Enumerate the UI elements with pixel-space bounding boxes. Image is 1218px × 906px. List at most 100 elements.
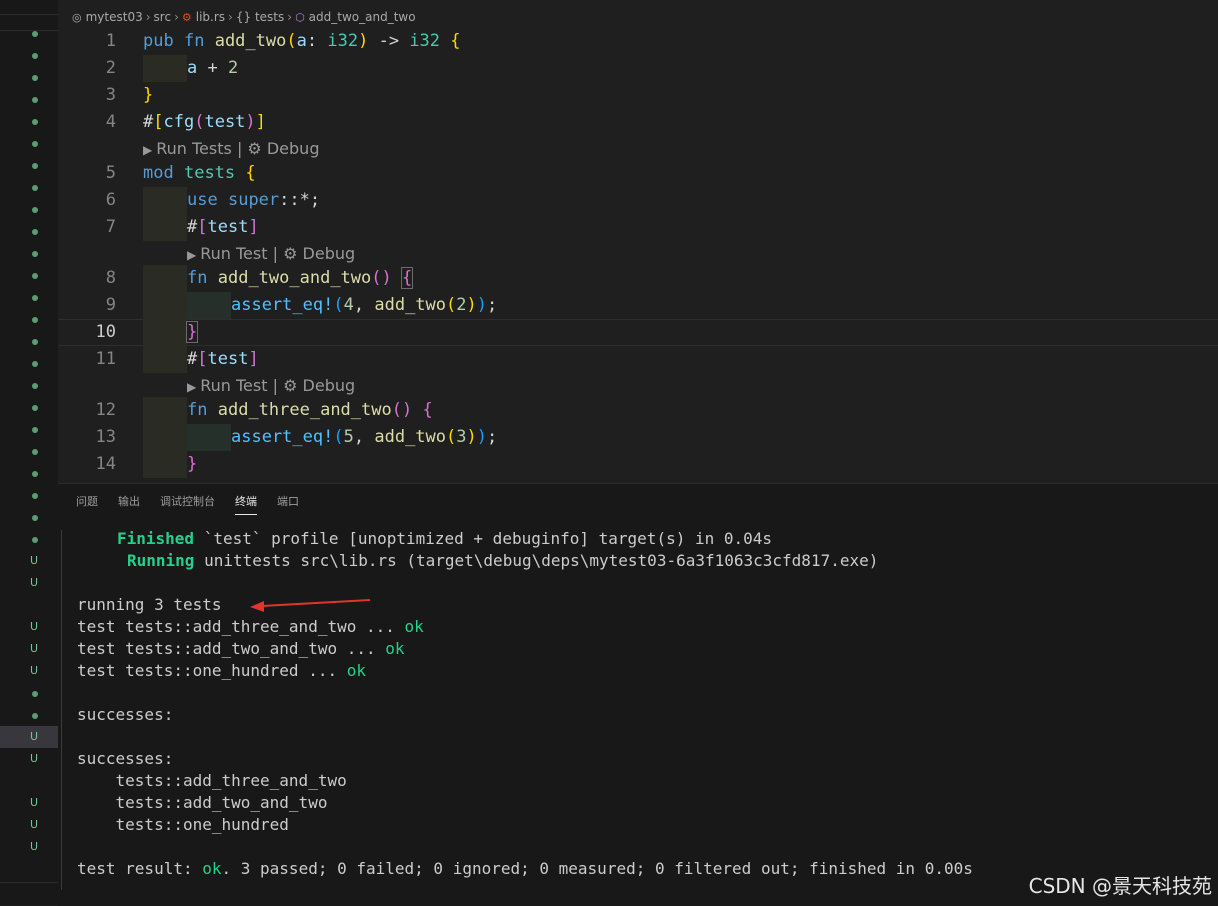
ok-status: ok [346,661,366,680]
modified-dot-icon [32,537,38,543]
line-number: 2 [105,58,116,78]
line-number: 10 [95,322,116,342]
code-line[interactable]: 11 #[test] [58,346,1218,373]
play-icon: ▶ [143,143,153,157]
play-icon: ▶ [187,380,197,394]
breadcrumb: ◎ mytest03 › src › ⚙ lib.rs › {} tests ›… [72,8,416,26]
untracked-u-icon: U [30,554,39,567]
breadcrumb-item[interactable]: ◎ mytest03 [72,10,143,24]
indent-guide [143,397,187,424]
modified-dot-icon [32,295,38,301]
cube-icon: ⬡ [295,10,305,24]
success-item: tests::add_two_and_two [77,793,328,812]
modified-dot-icon [32,317,38,323]
indent-guide [143,346,187,373]
modified-dot-icon [32,405,38,411]
code-editor[interactable]: ◎ mytest03 › src › ⚙ lib.rs › {} tests ›… [58,0,1218,483]
modified-dot-icon [32,713,38,719]
code-line[interactable]: 12 fn add_three_and_two() { [58,397,1218,424]
code-line[interactable]: 9 assert_eq!(4, add_two(2)); [58,292,1218,319]
modified-dot-icon [32,383,38,389]
line-number: 3 [105,85,116,105]
tab-ports[interactable]: 端口 [277,494,299,514]
debug-link[interactable]: ⚙ Debug [283,376,355,395]
line-number: 7 [105,217,116,237]
run-test-link[interactable]: ▶ Run Test [187,376,268,395]
debug-link[interactable]: ⚙ Debug [283,244,355,263]
code-line[interactable]: 10 } [58,319,1218,346]
indent-guide [143,55,187,82]
code-line[interactable]: 7 #[test] [58,214,1218,241]
modified-dot-icon [32,251,38,257]
modified-dot-icon [32,339,38,345]
indent-guide [143,187,187,214]
test-result-line: test tests::add_two_and_two ... ok [77,639,405,658]
modified-dot-icon [32,493,38,499]
indent-guide [143,424,187,451]
breadcrumb-item[interactable]: {} tests [236,10,284,24]
breadcrumb-item[interactable]: ⚙ lib.rs [182,10,225,24]
modified-dot-icon [32,163,38,169]
line-number: 5 [105,163,116,183]
code-lens: ▶ Run Test | ⚙ Debug [187,376,356,395]
line-number: 9 [105,295,116,315]
code-line[interactable]: 8 fn add_two_and_two() { [58,265,1218,292]
code-text: #[test] [187,217,259,237]
code-text: assert_eq!(5, add_two(3)); [231,427,498,447]
breadcrumb-item[interactable]: ⬡ add_two_and_two [295,10,416,24]
run-test-link[interactable]: ▶ Run Test [187,244,268,263]
ok-status: ok [202,859,222,878]
indent-guide [143,214,187,241]
line-number: 8 [105,268,116,288]
code-text: #[cfg(test)] [143,112,266,132]
code-line[interactable]: 1 pub fn add_two(a: i32) -> i32 { [58,28,1218,55]
indent-guide [143,265,187,292]
code-text: a + 2 [187,58,239,78]
success-item: tests::one_hundred [77,815,289,834]
line-number: 11 [95,349,116,369]
chevron-right-icon: › [145,10,151,24]
chevron-right-icon: › [174,10,179,24]
code-line[interactable]: 13 assert_eq!(5, add_two(3)); [58,424,1218,451]
line-number: 6 [105,190,116,210]
code-line[interactable]: 4 #[cfg(test)] [58,109,1218,136]
code-text: use super::*; [187,190,321,210]
modified-dot-icon [32,229,38,235]
code-line[interactable]: 6 use super::*; [58,187,1218,214]
chevron-right-icon: › [287,10,293,24]
divider [0,30,58,31]
code-text: fn add_two_and_two() { [187,267,414,289]
indent-guide [143,319,187,346]
repo-icon: ◎ [72,10,82,24]
line-number: 4 [105,112,116,132]
code-line[interactable]: 5 mod tests { [58,160,1218,187]
code-text: pub fn add_two(a: i32) -> i32 { [143,31,461,51]
tab-terminal[interactable]: 终端 [235,494,257,515]
bottom-panel: 问题 输出 调试控制台 终端 端口 Finished `test` profil… [58,483,1218,906]
modified-dot-icon [32,53,38,59]
code-line[interactable]: 3 } [58,82,1218,109]
code-line[interactable]: 14 } [58,451,1218,478]
debug-link[interactable]: ⚙ Debug [247,139,319,158]
success-item: tests::add_three_and_two [77,771,347,790]
modified-dot-icon [32,427,38,433]
modified-dot-icon [32,75,38,81]
code-lens: ▶ Run Tests | ⚙ Debug [143,139,320,158]
untracked-u-icon: U [30,642,39,655]
test-result-line: test tests::one_hundred ... ok [77,661,366,680]
code-line[interactable]: 2 a + 2 [58,55,1218,82]
tab-output[interactable]: 输出 [118,494,140,514]
tab-problems[interactable]: 问题 [76,494,98,514]
run-tests-link[interactable]: ▶ Run Tests [143,139,232,158]
untracked-u-icon: U [30,818,39,831]
gear-icon: ⚙ [283,376,298,395]
breadcrumb-item[interactable]: src [154,10,172,24]
code-text: } [187,454,198,474]
chevron-right-icon: › [228,10,233,24]
divider [0,14,58,15]
selected-file-row[interactable] [0,726,58,748]
tab-debug-console[interactable]: 调试控制台 [160,494,215,514]
modified-dot-icon [32,273,38,279]
modified-dot-icon [32,361,38,367]
indent-guide [143,451,187,478]
